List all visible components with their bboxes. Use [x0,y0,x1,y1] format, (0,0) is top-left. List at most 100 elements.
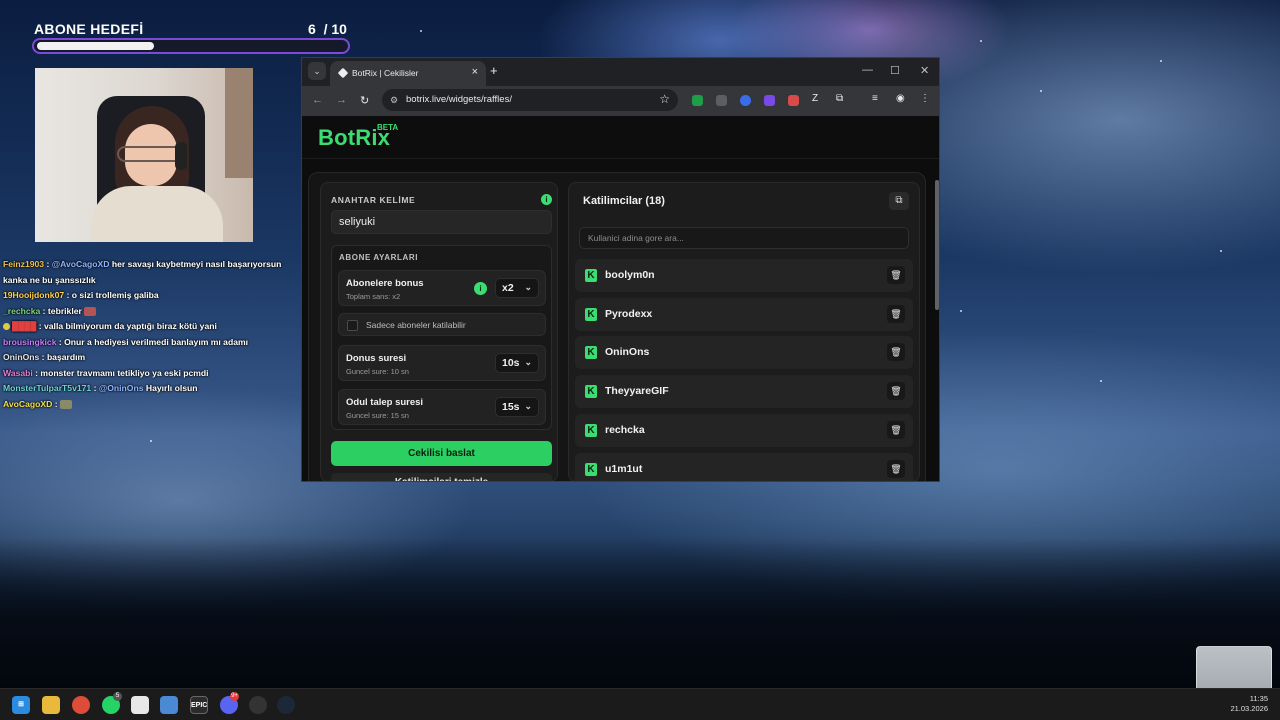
trash-icon[interactable]: 🗑 [887,343,905,362]
kick-icon: K [585,385,597,399]
tab-botrix[interactable]: BotRix | Cekilisler × [330,61,486,86]
participant-search-input[interactable]: Kullanici adina gore ara... [579,227,909,249]
botrix-page: BotRix BETA ANAHTAR KELİME i seliyuki AB… [302,116,939,481]
participants-title: Katilimcilar (18) [583,195,665,207]
chat-message: Feinz1903 : @AvoCagoXD her savaşı kaybet… [3,259,282,269]
goal-title: ABONE HEDEFİ [34,21,144,37]
minimize-icon[interactable]: — [862,64,873,76]
chat-text: kanka ne bu şanssızlık [3,274,96,285]
page-scrollbar[interactable] [935,180,939,310]
chat-mention: @OninOns [98,383,144,393]
back-icon[interactable]: ← [312,94,323,106]
system-clock[interactable]: 11:35 21.03.2026 [1230,694,1268,714]
chrome-icon[interactable] [72,696,90,714]
chevron-down-icon: ⌄ [524,401,532,411]
maximize-icon[interactable]: ☐ [890,64,900,77]
kick-icon: K [585,462,597,476]
participant-row: K u1m1ut 🗑 [575,452,913,481]
extension-icon[interactable] [716,95,727,106]
chat-username: MonsterTulparT5v171 [3,383,92,393]
participant-name: Pyrodexx [605,307,653,320]
keyword-label: ANAHTAR KELİME [331,195,416,205]
subscribers-only-row[interactable]: Sadece aboneler katilabilir [338,313,546,336]
discord-badge: 9+ [230,692,239,701]
goal-progress-fill [37,42,154,50]
claim-duration-select[interactable]: 15s ⌄ [495,397,539,417]
start-raffle-button[interactable]: Cekilisi baslat [331,441,552,466]
file-explorer-icon[interactable] [42,696,60,714]
epic-games-icon[interactable]: EPIC [190,696,208,714]
kick-icon: K [585,346,597,360]
windows-start-icon[interactable]: ⊞ [12,696,30,714]
trash-icon[interactable]: 🗑 [887,266,905,284]
bonus-duration-value: 10s [502,357,520,369]
steam-icon[interactable] [277,696,295,714]
goal-count: 6 / 10 [308,21,347,37]
browser-window: ⌄ BotRix | Cekilisler × + — ☐ ✕ ← → ↻ ⚙ … [301,57,940,482]
botrix-favicon-icon [337,67,349,79]
clock-time: 11:35 [1249,694,1268,703]
media-controls-icon[interactable]: ≡ [872,93,878,104]
subscriber-bonus-title: Abonelere bonus [346,278,424,289]
chat-message: kanka ne bu şanssızlık [3,273,303,289]
claim-duration-row: Odul talep suresi Guncel sure: 15 sn 15s… [338,389,546,425]
participant-row: K Pyrodexx 🗑 [575,297,913,331]
extension-icon[interactable] [788,95,799,106]
chat-username: _rechcka [3,305,41,316]
chat-text: o sizi trollemiş galiba [71,290,159,300]
chat-username: 19Hooijdonk07 [3,290,65,300]
claim-duration-title: Odul talep suresi [346,397,424,408]
chat-emote-icon [84,306,97,316]
chat-username: Feinz1903 [3,259,45,269]
chat-username: brousingkick [3,336,57,347]
extension-icon[interactable] [692,95,703,106]
close-window-icon[interactable]: ✕ [920,64,929,77]
chat-text: valla bilmiyorum da yaptığı biraz kötü y… [44,321,217,331]
extension-icon[interactable]: Z [812,93,818,104]
participant-row: K OninOns 🗑 [575,336,913,370]
keyword-info-icon[interactable]: i [541,194,552,205]
extensions-puzzle-icon[interactable]: ⧉ [836,93,843,104]
browser-menu-icon[interactable]: ⋮ [920,93,930,104]
tab-title: BotRix | Cekilisler [352,68,419,78]
tab-search-button[interactable]: ⌄ [308,62,326,80]
whatsapp-badge: 5 [113,692,122,701]
trash-icon[interactable]: 🗑 [887,304,905,323]
trash-icon[interactable]: 🗑 [887,420,905,439]
chat-message: 19Hooijdonk07 : o sizi trollemiş galiba [3,290,159,300]
subscribers-only-checkbox[interactable] [347,320,358,331]
address-bar[interactable]: ⚙ botrix.live/widgets/raffles/ ☆ [382,89,678,111]
subscriber-bonus-select[interactable]: x2 ⌄ [495,278,539,298]
extension-icon[interactable] [740,95,751,106]
photos-icon[interactable] [160,696,178,714]
chat-message: MonsterTulparT5v171 : @OninOns Hayırlı o… [3,383,198,393]
url-text: botrix.live/widgets/raffles/ [406,94,512,105]
snipping-tool-icon[interactable] [131,696,149,714]
bonus-info-icon[interactable]: i [474,282,487,295]
chat-mention: @AvoCagoXD [51,259,110,269]
bonus-duration-select[interactable]: 10s ⌄ [495,353,539,373]
bookmark-star-icon[interactable]: ☆ [659,92,670,106]
chat-text: tebrikler [47,305,82,316]
extension-icon[interactable] [764,95,775,106]
trash-icon[interactable]: 🗑 [887,459,905,478]
site-info-icon[interactable]: ⚙ [390,95,398,106]
clock-date: 21.03.2026 [1230,704,1268,713]
keyword-input[interactable]: seliyuki [331,210,552,234]
chat-message: brousingkick : Onur a hediyesi verilmedi… [3,336,249,347]
tab-strip: ⌄ BotRix | Cekilisler × + — ☐ ✕ [302,58,939,86]
chat-overlay: Feinz1903 : @AvoCagoXD her savaşı kaybet… [3,257,303,412]
new-tab-button[interactable]: + [490,63,498,78]
trash-icon[interactable]: 🗑 [887,382,905,401]
profile-icon[interactable]: ◉ [896,93,905,104]
goal-progress-bar [32,38,350,54]
close-tab-icon[interactable]: × [472,66,478,78]
forward-icon[interactable]: → [336,94,347,106]
clear-participants-button[interactable]: Katilimcilari temizle [331,473,552,481]
app-icon[interactable] [249,696,267,714]
browser-toolbar: ← → ↻ ⚙ botrix.live/widgets/raffles/ ☆ Z… [302,86,939,116]
copy-icon[interactable]: ⧉ [889,192,909,210]
reload-icon[interactable]: ↻ [360,94,369,107]
bonus-duration-subtitle: Guncel sure: 10 sn [346,367,409,376]
subscriber-bonus-subtitle: Toplam sans: x2 [346,292,401,301]
